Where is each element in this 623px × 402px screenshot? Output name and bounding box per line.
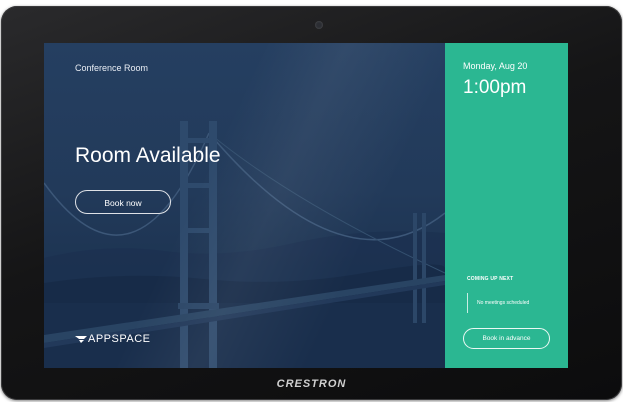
- crestron-brand-label: CRESTRON: [276, 378, 347, 390]
- current-date: Monday, Aug 20: [463, 61, 528, 71]
- schedule-sidebar: Monday, Aug 20 1:00pm COMING UP NEXT No …: [445, 43, 568, 368]
- book-in-advance-button[interactable]: Book in advance: [463, 328, 550, 349]
- no-meetings-text: No meetings scheduled: [477, 300, 530, 306]
- appspace-logo-text: APPSPACE: [88, 333, 151, 345]
- coming-up-next-heading: COMING UP NEXT: [467, 276, 514, 282]
- upcoming-meetings-list: No meetings scheduled: [467, 293, 529, 313]
- current-time: 1:00pm: [463, 77, 527, 98]
- appspace-logo-icon: [75, 335, 87, 343]
- room-status-panel: Conference Room Room Available Book now …: [44, 43, 445, 368]
- appspace-logo: APPSPACE: [75, 333, 151, 345]
- room-status-title: Room Available: [75, 144, 221, 167]
- room-name: Conference Room: [75, 63, 149, 73]
- book-now-button[interactable]: Book now: [75, 190, 171, 214]
- camera-lens: [315, 21, 323, 29]
- display-screen: Conference Room Room Available Book now …: [44, 43, 568, 368]
